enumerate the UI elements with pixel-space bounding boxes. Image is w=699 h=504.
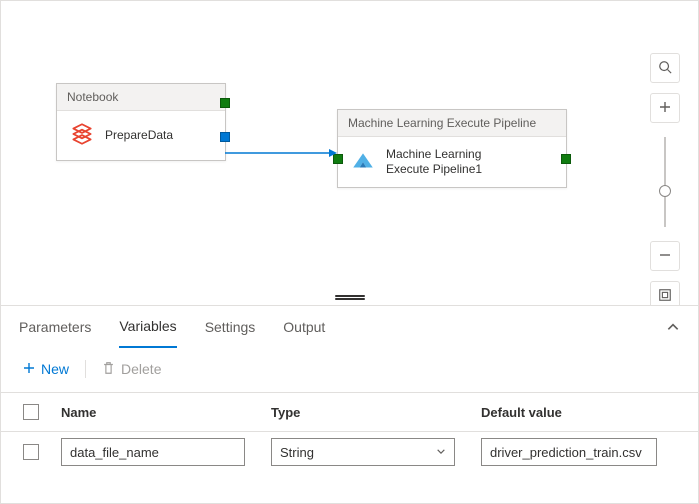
plus-icon <box>659 101 671 116</box>
minus-icon <box>659 249 671 264</box>
variable-row: String <box>1 432 698 472</box>
node-header: Machine Learning Execute Pipeline <box>338 110 566 137</box>
node-subtitle: Execute Pipeline1 <box>386 162 482 177</box>
column-header-default: Default value <box>481 405 676 420</box>
search-icon <box>658 60 672 77</box>
zoom-in-button[interactable] <box>650 93 680 123</box>
variable-type-select[interactable]: String <box>271 438 455 466</box>
chevron-down-icon <box>436 445 446 460</box>
variables-toolbar: New Delete <box>1 350 698 392</box>
collapse-panel-button[interactable] <box>666 320 680 337</box>
panel-tabs: Parameters Variables Settings Output <box>1 306 698 350</box>
toolbar-divider <box>85 360 86 378</box>
edge-connector[interactable] <box>225 131 339 161</box>
variables-grid-header: Name Type Default value <box>1 392 698 432</box>
node-output-port[interactable] <box>561 154 571 164</box>
search-button[interactable] <box>650 53 680 83</box>
variable-name-input[interactable] <box>61 438 245 466</box>
tab-settings[interactable]: Settings <box>205 309 256 347</box>
node-ml-execute-pipeline[interactable]: Machine Learning Execute Pipeline Machin… <box>337 109 567 188</box>
tab-output[interactable]: Output <box>283 309 325 347</box>
node-input-port[interactable] <box>333 154 343 164</box>
pipeline-canvas[interactable]: Notebook PrepareData Machine Learning Ex… <box>1 1 698 301</box>
delete-variable-button[interactable]: Delete <box>102 361 161 378</box>
properties-panel: Parameters Variables Settings Output New… <box>1 305 698 503</box>
select-value: String <box>280 445 314 460</box>
databricks-icon <box>69 121 95 150</box>
plus-icon <box>23 361 35 377</box>
node-notebook[interactable]: Notebook PrepareData <box>56 83 226 161</box>
node-output-port[interactable] <box>220 98 230 108</box>
column-header-name: Name <box>61 405 271 420</box>
column-header-type: Type <box>271 405 481 420</box>
zoom-out-button[interactable] <box>650 241 680 271</box>
variable-default-input[interactable] <box>481 438 657 466</box>
zoom-slider-track[interactable] <box>664 137 666 227</box>
button-label: New <box>41 361 69 377</box>
node-title: PrepareData <box>105 128 173 143</box>
tab-parameters[interactable]: Parameters <box>19 309 91 347</box>
zoom-slider-thumb[interactable] <box>659 185 671 197</box>
tab-variables[interactable]: Variables <box>119 308 176 348</box>
panel-resize-handle[interactable] <box>335 294 365 300</box>
select-all-checkbox[interactable] <box>23 404 39 420</box>
azure-ml-icon <box>350 148 376 177</box>
trash-icon <box>102 361 115 378</box>
node-output-port[interactable] <box>220 132 230 142</box>
chevron-up-icon <box>666 322 680 337</box>
fit-icon <box>658 288 672 305</box>
zoom-rail <box>648 53 682 311</box>
node-title: Machine Learning <box>386 147 482 162</box>
node-header: Notebook <box>57 84 225 111</box>
row-checkbox[interactable] <box>23 444 39 460</box>
new-variable-button[interactable]: New <box>23 361 69 377</box>
button-label: Delete <box>121 361 161 377</box>
